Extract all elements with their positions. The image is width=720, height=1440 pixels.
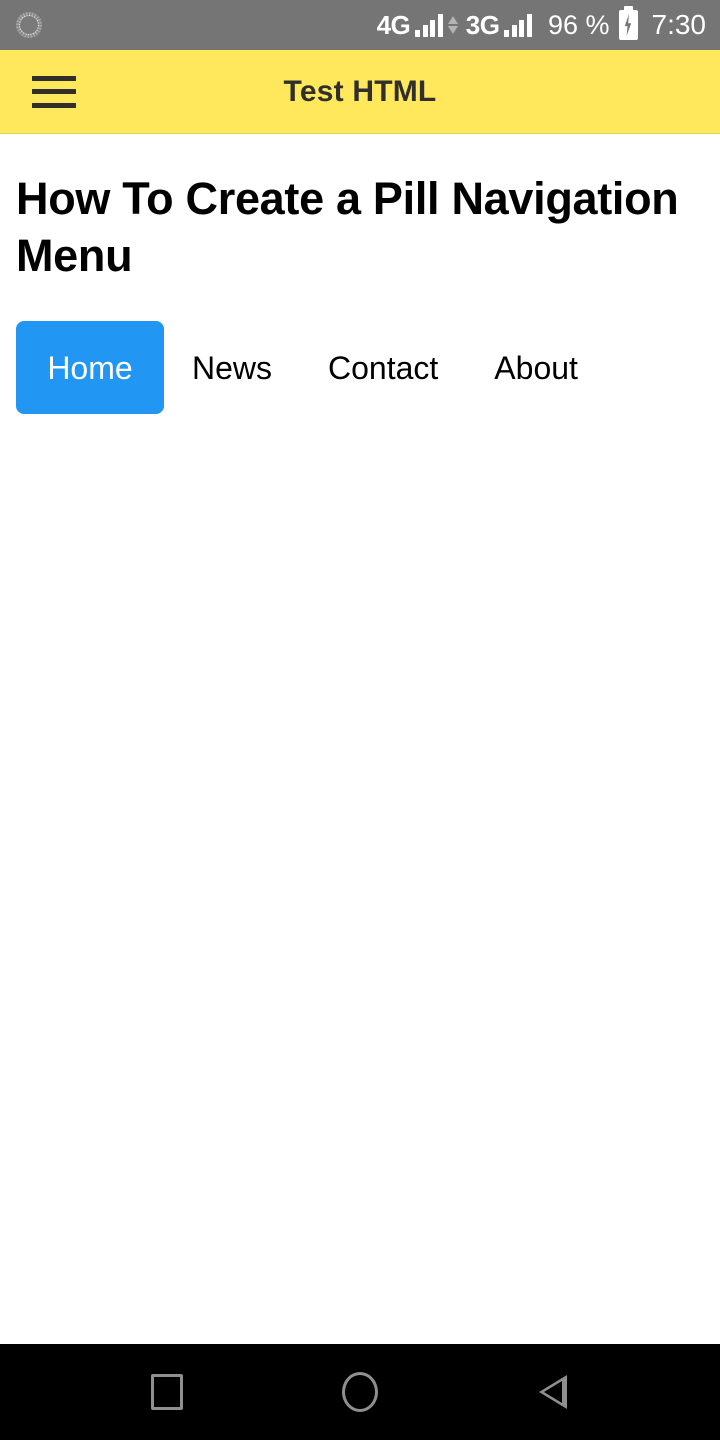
status-bar-left	[16, 12, 377, 38]
network-label-3g: 3G	[465, 10, 500, 40]
pill-nav-link-news[interactable]: News	[164, 321, 300, 415]
page-content: How To Create a Pill Navigation Menu Hom…	[0, 134, 720, 1344]
phone-screen: 4G 3G 96 % 7:30 Test HTML How To Create …	[0, 0, 720, 1440]
data-transfer-arrows-icon	[447, 13, 458, 37]
pill-nav-item-home: Home	[16, 321, 164, 415]
back-button[interactable]	[505, 1344, 601, 1440]
status-bar: 4G 3G 96 % 7:30	[0, 0, 720, 50]
signal-bars-4g-icon	[415, 13, 443, 37]
pill-nav-link-about[interactable]: About	[466, 321, 606, 415]
pill-nav-item-contact: Contact	[300, 321, 466, 415]
signal-bars-3g-icon	[504, 13, 532, 37]
network-label-4g: 4G	[376, 10, 411, 40]
pill-nav-item-news: News	[164, 321, 300, 415]
battery-percent-label: 96 %	[547, 9, 610, 40]
android-navigation-bar	[0, 1344, 720, 1440]
recents-button[interactable]	[119, 1344, 215, 1440]
pill-nav-link-home[interactable]: Home	[16, 321, 164, 415]
network-status-4g: 4G	[377, 12, 443, 38]
square-icon	[150, 1374, 183, 1410]
circle-icon	[341, 1372, 378, 1412]
network-status-3g: 3G	[466, 12, 532, 38]
hamburger-menu-icon[interactable]	[32, 75, 76, 108]
pill-nav-item-about: About	[466, 321, 606, 415]
app-bar-title: Test HTML	[283, 74, 437, 108]
page-title: How To Create a Pill Navigation Menu	[16, 173, 679, 281]
battery-charging-icon	[618, 6, 638, 40]
status-bar-right: 4G 3G 96 % 7:30	[377, 6, 707, 40]
home-button[interactable]	[312, 1344, 408, 1440]
pill-nav-link-contact[interactable]: Contact	[300, 321, 466, 415]
triangle-left-icon	[539, 1375, 568, 1409]
spinner-icon	[16, 12, 42, 38]
app-bar: Test HTML	[0, 50, 720, 134]
status-bar-clock: 7:30	[651, 9, 707, 40]
pill-navigation-menu: Home News Contact About	[16, 321, 704, 415]
